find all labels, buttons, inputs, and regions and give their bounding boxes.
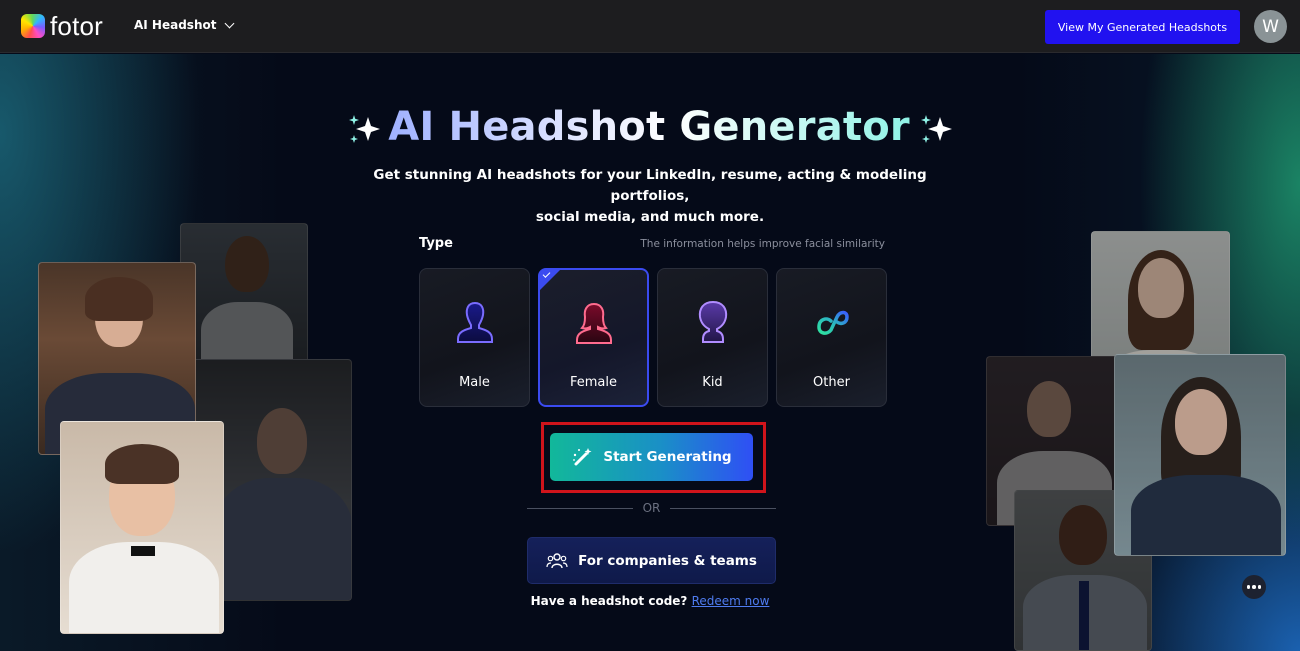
type-option-label: Kid <box>702 375 723 390</box>
magic-wand-icon <box>573 448 592 466</box>
type-option-label: Male <box>459 375 490 390</box>
or-text: OR <box>642 501 661 515</box>
ai-headshot-menu-label: AI Headshot <box>134 18 217 32</box>
logo-text: fotor <box>50 11 104 41</box>
type-option-label: Other <box>813 375 850 390</box>
type-option-male[interactable]: Male <box>419 268 530 407</box>
companies-teams-button[interactable]: For companies & teams <box>527 537 776 584</box>
ai-headshot-menu[interactable]: AI Headshot <box>134 18 235 32</box>
divider-line <box>670 507 777 509</box>
top-navigation-bar: fotor AI Headshot View My Generated Head… <box>0 0 1300 53</box>
team-people-icon <box>546 552 568 568</box>
chevron-down-icon <box>225 18 235 28</box>
redeem-prompt: Have a headshot code? <box>530 594 688 608</box>
checkmark-icon <box>539 269 561 291</box>
type-label: Type <box>419 236 453 251</box>
subtitle-line-2: social media, and much more. <box>535 209 765 225</box>
type-option-kid[interactable]: Kid <box>657 268 768 407</box>
sparkle-icon-right <box>920 115 952 143</box>
start-generating-label: Start Generating <box>603 449 732 465</box>
infinity-loop-icon <box>816 310 849 335</box>
dot <box>1246 585 1251 589</box>
divider-line <box>527 507 633 509</box>
page-title: AI Headshot Generator <box>0 104 1300 150</box>
view-generated-headshots-button[interactable]: View My Generated Headshots <box>1045 10 1240 44</box>
type-option-label: Female <box>569 375 617 390</box>
fotor-logo-icon <box>21 14 45 38</box>
type-hint: The information helps improve facial sim… <box>640 238 885 250</box>
subtitle-line-1: Get stunning AI headshots for your Linke… <box>373 167 927 204</box>
dot <box>1257 585 1262 589</box>
start-generating-button[interactable]: Start Generating <box>550 433 753 481</box>
sample-photo-man-smiling <box>180 223 308 363</box>
type-options: Male Female Kid Other <box>419 268 887 407</box>
type-option-female[interactable]: Female <box>538 268 649 407</box>
companies-teams-label: For companies & teams <box>578 552 757 569</box>
male-person-icon <box>456 301 493 343</box>
female-person-icon <box>575 302 612 344</box>
user-avatar[interactable]: W <box>1254 10 1287 43</box>
page-subtitle: Get stunning AI headshots for your Linke… <box>350 165 950 228</box>
page-title-text: AI Headshot Generator <box>388 104 910 150</box>
type-option-other[interactable]: Other <box>776 268 887 407</box>
redeem-now-link[interactable]: Redeem now <box>692 594 770 608</box>
dot <box>1252 585 1256 589</box>
sample-photo-woman-street <box>1114 354 1286 556</box>
redeem-row: Have a headshot code? Redeem now <box>0 594 1300 608</box>
or-divider: OR <box>527 501 777 515</box>
sparkle-icon-left <box>349 115 381 143</box>
kid-person-icon <box>698 300 727 343</box>
fotor-logo[interactable]: fotor <box>21 11 104 41</box>
